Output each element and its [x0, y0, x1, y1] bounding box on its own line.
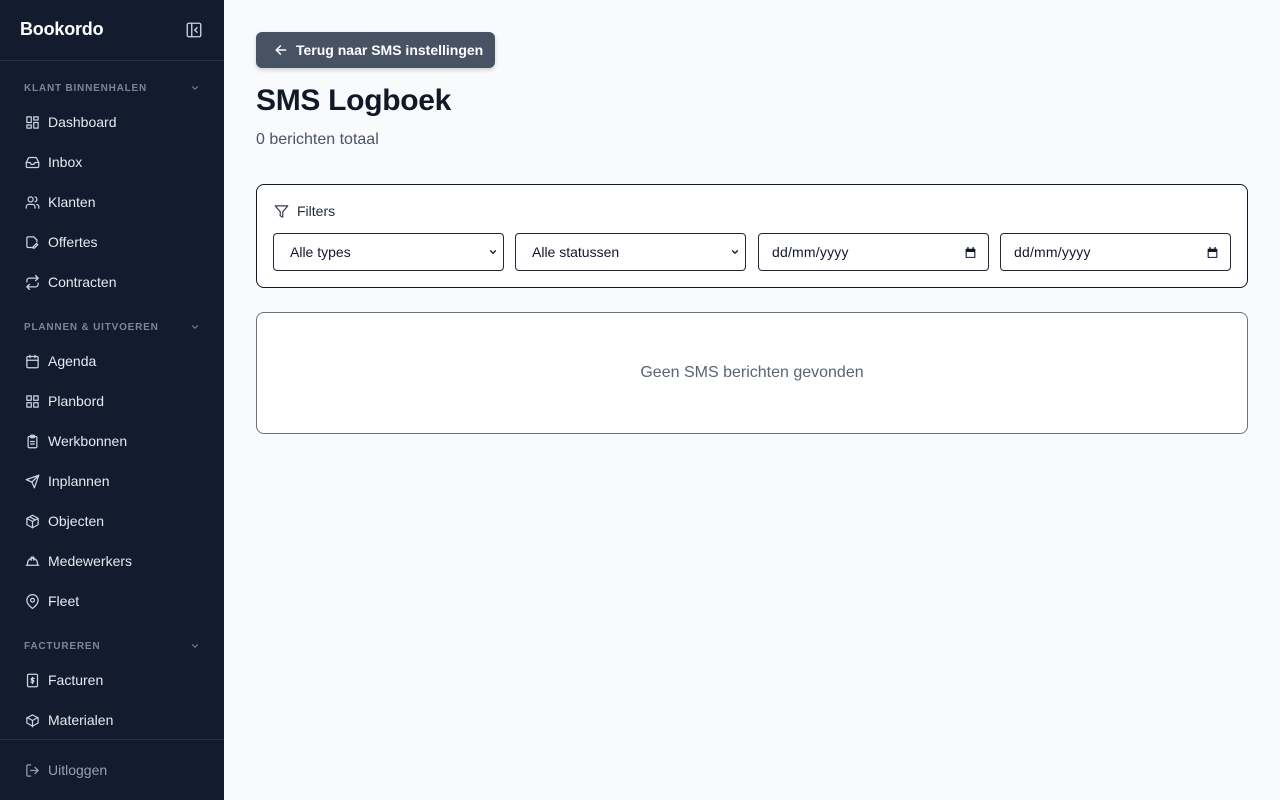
send-icon	[24, 473, 40, 489]
back-to-sms-settings-button[interactable]: Terug naar SMS instellingen	[256, 32, 495, 68]
sidebar: Bookordo KLANT BINNENHALEN Dashboard Inb…	[0, 0, 224, 800]
inbox-icon	[24, 154, 40, 170]
status-select[interactable]: Alle statussen	[515, 233, 746, 271]
grid-icon	[24, 393, 40, 409]
sidebar-item-fleet[interactable]: Fleet	[16, 585, 208, 617]
sidebar-item-dashboard[interactable]: Dashboard	[16, 106, 208, 138]
status-select-value: Alle statussen	[532, 244, 620, 260]
sidebar-item-label: Inbox	[48, 154, 83, 170]
calendar-icon	[24, 353, 40, 369]
sidebar-item-objecten[interactable]: Objecten	[16, 505, 208, 537]
chevron-down-icon	[190, 641, 200, 651]
sidebar-item-label: Inplannen	[48, 473, 110, 489]
sidebar-item-facturen[interactable]: Facturen	[16, 664, 208, 696]
sidebar-item-label: Planbord	[48, 393, 105, 409]
section-factureren[interactable]: FACTUREREN	[24, 638, 200, 654]
logout-button[interactable]: Uitloggen	[16, 754, 208, 786]
sidebar-item-label: Contracten	[48, 274, 117, 290]
date-from-input[interactable]: dd/mm/yyyy	[758, 233, 989, 271]
sidebar-collapse-icon[interactable]	[184, 20, 204, 40]
sidebar-item-planbord[interactable]: Planbord	[16, 385, 208, 417]
sidebar-item-label: Objecten	[48, 513, 105, 529]
chevron-down-icon	[485, 244, 501, 260]
sidebar-item-label: Fleet	[48, 593, 80, 609]
sidebar-item-werkbonnen[interactable]: Werkbonnen	[16, 425, 208, 457]
sidebar-item-inplannen[interactable]: Inplannen	[16, 465, 208, 497]
sidebar-item-klanten[interactable]: Klanten	[16, 186, 208, 218]
sidebar-item-label: Werkbonnen	[48, 433, 128, 449]
filters-header: Filters	[273, 203, 335, 219]
section-plannen-uitvoeren[interactable]: PLANNEN & UITVOEREN	[24, 319, 200, 335]
hard-hat-icon	[24, 553, 40, 569]
sms-log-results: Geen SMS berichten gevonden	[256, 312, 1248, 434]
chevron-down-icon	[190, 322, 200, 332]
message-count: 0 berichten totaal	[256, 131, 379, 148]
dashboard-icon	[24, 114, 40, 130]
calendar-picker-icon[interactable]	[962, 244, 978, 260]
empty-state-message: Geen SMS berichten gevonden	[640, 364, 864, 381]
type-select-value: Alle types	[290, 244, 351, 260]
sidebar-item-label: Klanten	[48, 194, 96, 210]
users-icon	[24, 194, 40, 210]
map-pin-icon	[24, 593, 40, 609]
section-label: KLANT BINNENHALEN	[24, 82, 148, 94]
date-from-value: dd/mm/yyyy	[772, 244, 849, 260]
date-to-value: dd/mm/yyyy	[1014, 244, 1091, 260]
edit-document-icon	[24, 234, 40, 250]
sidebar-item-label: Materialen	[48, 712, 114, 728]
chevron-down-icon	[190, 83, 200, 93]
sidebar-item-agenda[interactable]: Agenda	[16, 345, 208, 377]
invoice-dollar-icon	[24, 672, 40, 688]
back-button-label: Terug naar SMS instellingen	[296, 42, 484, 58]
sidebar-item-offertes[interactable]: Offertes	[16, 226, 208, 258]
sidebar-item-label: Agenda	[48, 353, 97, 369]
sidebar-divider	[0, 739, 224, 740]
logout-label: Uitloggen	[48, 762, 108, 778]
sidebar-item-medewerkers[interactable]: Medewerkers	[16, 545, 208, 577]
filter-icon	[273, 203, 289, 219]
sidebar-item-inbox[interactable]: Inbox	[16, 146, 208, 178]
logout-icon	[24, 762, 40, 778]
sidebar-item-label: Dashboard	[48, 114, 117, 130]
filters-card: Filters Alle types Alle statussen dd/mm/…	[256, 184, 1248, 288]
sidebar-item-label: Offertes	[48, 234, 98, 250]
section-klant-binnenhalen[interactable]: KLANT BINNENHALEN	[24, 80, 200, 96]
brand-logo[interactable]: Bookordo	[20, 19, 104, 40]
sidebar-item-materialen[interactable]: Materialen	[16, 704, 208, 736]
repeat-icon	[24, 274, 40, 290]
filters-title: Filters	[297, 203, 336, 219]
sidebar-item-label: Facturen	[48, 672, 104, 688]
type-select[interactable]: Alle types	[273, 233, 504, 271]
section-label: PLANNEN & UITVOEREN	[24, 321, 159, 333]
sidebar-item-label: Medewerkers	[48, 553, 133, 569]
chevron-down-icon	[727, 244, 743, 260]
section-label: FACTUREREN	[24, 640, 101, 652]
boxes-icon	[24, 513, 40, 529]
page-title: SMS Logboek	[256, 84, 452, 117]
sidebar-header: Bookordo	[0, 0, 224, 60]
arrow-left-icon	[274, 43, 288, 57]
sidebar-item-contracten[interactable]: Contracten	[16, 266, 208, 298]
calendar-picker-icon[interactable]	[1204, 244, 1220, 260]
clipboard-icon	[24, 433, 40, 449]
package-icon	[24, 712, 40, 728]
date-to-input[interactable]: dd/mm/yyyy	[1000, 233, 1231, 271]
sidebar-divider	[0, 60, 224, 61]
